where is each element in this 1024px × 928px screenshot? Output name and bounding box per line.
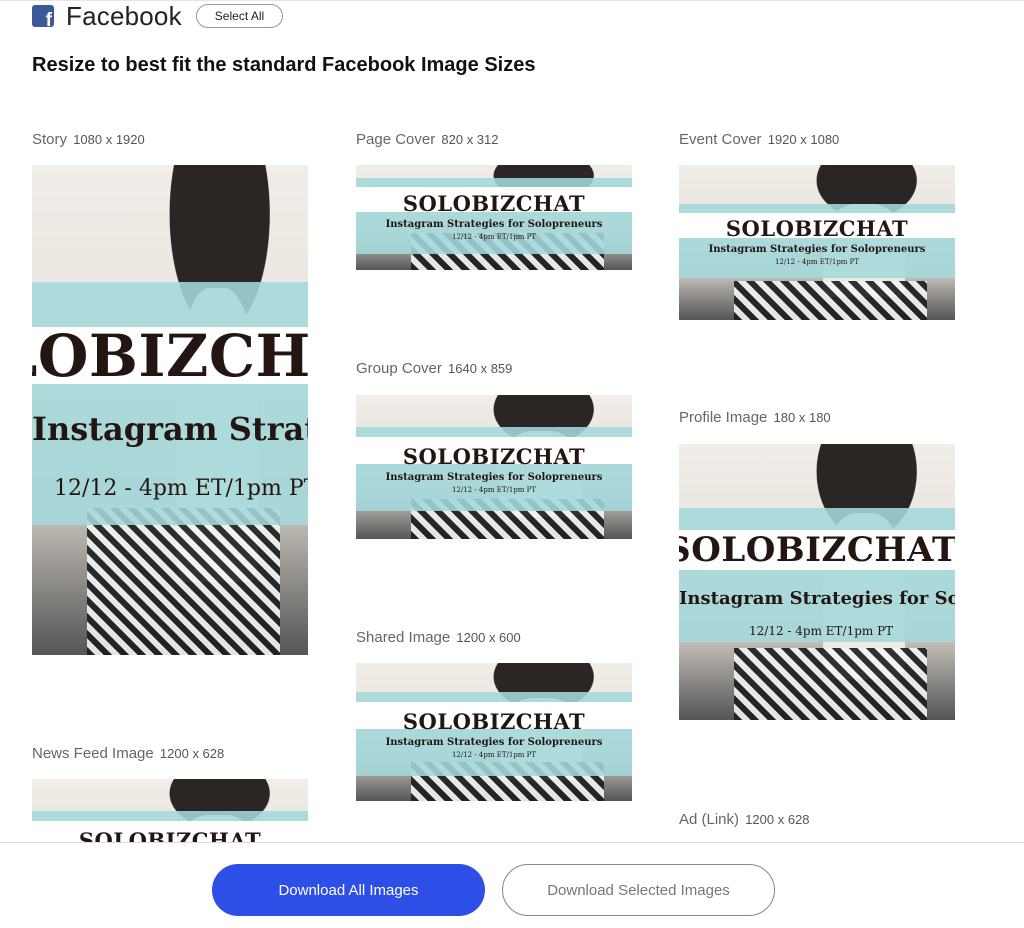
thumbnail-shared-image[interactable]: SOLOBIZCHAT Instagram Strategies for Sol…: [356, 663, 632, 801]
size-label: Group Cover 1640 x 859: [356, 360, 513, 377]
size-card-page-cover: Page Cover 820 x 312: [356, 130, 499, 150]
size-label: Shared Image 1200 x 600: [356, 629, 521, 646]
section-header: f Facebook Select All: [32, 0, 284, 31]
size-label: Profile Image 180 x 180: [679, 409, 831, 426]
thumbnail-story[interactable]: SOLOBIZCHAT Instagram Strategies for Sol…: [32, 165, 308, 655]
image-grid[interactable]: Story 1080 x 1920 SOLOBIZCHAT Instagram …: [0, 90, 1024, 842]
download-footer: Download All Images Download Selected Im…: [0, 843, 1024, 928]
size-card-group-cover: Group Cover 1640 x 859: [356, 359, 512, 379]
size-label: Event Cover 1920 x 1080: [679, 131, 840, 148]
thumbnail-news-feed-image[interactable]: SOLOBIZCHAT Instagram Strategies for Sol…: [32, 779, 308, 842]
section-title: Facebook: [66, 0, 182, 31]
thumbnail-group-cover[interactable]: SOLOBIZCHAT Instagram Strategies for Sol…: [356, 395, 632, 539]
thumbnail-profile-image[interactable]: SOLOBIZCHAT Instagram Strategies for Sol…: [679, 444, 955, 720]
size-card-news-feed-image: News Feed Image 1200 x 628: [32, 744, 224, 764]
facebook-icon: f: [32, 5, 54, 27]
size-card-shared-image: Shared Image 1200 x 600: [356, 628, 521, 648]
size-card-event-cover: Event Cover 1920 x 1080: [679, 130, 839, 150]
thumbnail-event-cover[interactable]: SOLOBIZCHAT Instagram Strategies for Sol…: [679, 165, 955, 320]
download-all-button[interactable]: Download All Images: [212, 864, 485, 916]
size-label: Ad (Link) 1200 x 628: [679, 811, 810, 828]
select-all-button[interactable]: Select All: [195, 4, 284, 28]
size-label: Story 1080 x 1920: [32, 131, 145, 148]
size-label: Page Cover 820 x 312: [356, 131, 499, 148]
size-card-profile-image: Profile Image 180 x 180: [679, 408, 831, 428]
download-selected-button[interactable]: Download Selected Images: [502, 864, 775, 916]
size-card-story: Story 1080 x 1920: [32, 130, 145, 150]
size-label: News Feed Image 1200 x 628: [32, 745, 225, 762]
thumbnail-page-cover[interactable]: SOLOBIZCHAT Instagram Strategies for Sol…: [356, 165, 632, 270]
page-subtitle: Resize to best fit the standard Facebook…: [32, 54, 536, 76]
size-card-ad-link: Ad (Link) 1200 x 628: [679, 810, 810, 830]
